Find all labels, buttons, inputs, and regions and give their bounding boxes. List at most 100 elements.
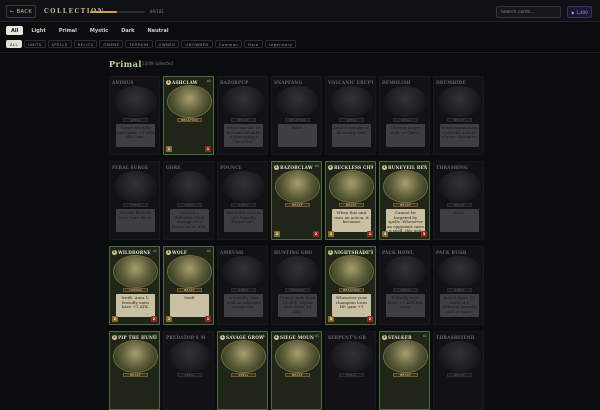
card-name: FERAL SURGE xyxy=(112,164,157,170)
faction-filter-mystic[interactable]: Mystic xyxy=(85,26,113,35)
card-name-text: RECKLESS CHARG xyxy=(334,164,373,170)
card-tile[interactable]: GORE SPELL Choose a defender. Deal damage … xyxy=(163,161,214,240)
card-tile[interactable]: 4 SIEGE MOUN x1 BEAST xyxy=(271,331,322,410)
card-name-text: PIP THE HUNGE xyxy=(118,334,157,340)
card-type-banner: BEAST xyxy=(285,373,310,377)
card-quantity: x1 xyxy=(314,164,319,168)
card-cost-badge: 1 xyxy=(220,334,225,340)
card-tile[interactable]: THRASHFIEND BEAST xyxy=(433,331,484,410)
card-quantity: x1 xyxy=(152,249,157,253)
type-filter-common[interactable]: Common xyxy=(214,40,243,48)
card-tile[interactable]: 2 RAZORCLAW x1 BEAST 2 2 xyxy=(271,161,322,240)
type-filter-omens[interactable]: OMENS xyxy=(99,40,124,48)
card-type-banner: BEAST xyxy=(177,288,202,292)
card-name-text: VOLCANIC ERUPT xyxy=(328,79,373,85)
card-name-text: WOLF xyxy=(172,249,188,255)
card-tile[interactable]: PACK HOWL SPELL Friendly units have +1 ATK… xyxy=(379,246,430,325)
card-name-text: DRUMHIDE xyxy=(436,79,466,85)
card-attack: 1 xyxy=(166,146,172,152)
card-art xyxy=(222,171,265,202)
card-tile[interactable]: HUNTING GRO TERRAIN Primal units have +1 A… xyxy=(271,246,322,325)
faction-heading: Primal xyxy=(109,59,142,69)
card-health: 1 xyxy=(367,231,373,237)
card-art xyxy=(276,86,319,117)
card-name-text: HUNTING GRO xyxy=(274,249,313,255)
card-type-banner: SPELL xyxy=(231,203,256,207)
card-rules-text: Target friendly unit gains +1 ATK this t… xyxy=(116,124,155,147)
currency-badge[interactable]: ◆ 1,400 xyxy=(567,6,592,18)
card-tile[interactable]: 1 SAVAGE GROW x1 SPELL xyxy=(217,331,268,410)
progress-fill xyxy=(90,11,117,13)
faction-filter-dark[interactable]: Dark xyxy=(116,26,139,35)
type-filter-all[interactable]: ALL xyxy=(6,40,23,48)
card-tile[interactable]: FERAL SURGE SPELL Nearby friendly units ha… xyxy=(109,161,160,240)
card-name: SERPENT'S GR xyxy=(328,334,373,340)
card-tile[interactable]: DEMOLISH SPELL Destroy target Relic or Ome… xyxy=(379,76,430,155)
faction-filter-neutral[interactable]: Neutral xyxy=(143,26,174,35)
card-art xyxy=(330,341,373,372)
card-health: 1 xyxy=(205,146,211,152)
faction-filter-primal[interactable]: Primal xyxy=(54,26,82,35)
faction-filter-all[interactable]: All xyxy=(6,26,24,35)
card-tile[interactable]: 1 ASHCLAW x1 BEASTKIN 1 1 xyxy=(163,76,214,155)
type-filter-owned[interactable]: OWNED xyxy=(154,40,180,48)
type-filter-units[interactable]: UNITS xyxy=(24,40,46,48)
card-art xyxy=(114,171,157,202)
card-rules-text: Swift. Aura 1: friendly units have +1 AT… xyxy=(116,294,155,317)
card-tile[interactable]: PREDATOR'S M SPELL xyxy=(163,331,214,410)
card-name: THRASHING xyxy=(436,164,481,170)
card-type-banner: BEAST xyxy=(393,373,418,377)
type-filter-rare[interactable]: Rare xyxy=(244,40,263,48)
card-health: 2 xyxy=(367,316,373,322)
card-quantity: x1 xyxy=(368,164,373,168)
card-name: 2 RAZORCLAW xyxy=(274,164,319,170)
card-name: DRUMHIDE xyxy=(436,79,481,85)
card-tile[interactable]: 2 PIP THE HUNGE x1 BEAST xyxy=(109,331,160,410)
search-input[interactable] xyxy=(496,6,561,18)
card-tile[interactable]: 3 RUNEVEIL BEA x1 BEAST Cannot be targeted b… xyxy=(379,161,430,240)
card-tile[interactable]: VOLCANIC ERUPT SPELL Deal 3 damage to an e… xyxy=(325,76,376,155)
type-filter-spells[interactable]: SPELLS xyxy=(47,40,72,48)
card-name-text: STALKER xyxy=(388,334,412,340)
card-tile[interactable]: AMBUSH SPELL A friendly unit with an adjac… xyxy=(217,246,268,325)
card-art xyxy=(114,86,157,117)
card-tile[interactable]: THRASHING BEAST Rush. xyxy=(433,161,484,240)
card-name: 2 PIP THE HUNGE xyxy=(112,334,157,340)
type-filter-legendary[interactable]: Legendary xyxy=(264,40,297,48)
card-tile[interactable]: 1 WOLF x1 BEAST Swift 1 1 xyxy=(163,246,214,325)
card-tile[interactable]: ANIMUS SPELL Target friendly unit gains +1… xyxy=(109,76,160,155)
card-tile[interactable]: SNAPFANG BEASTKIN Rush. xyxy=(271,76,322,155)
card-type-banner: SPELL xyxy=(231,373,256,377)
card-name: 4 SIEGE MOUN xyxy=(274,334,319,340)
type-filter-terrain[interactable]: TERRAIN xyxy=(125,40,153,48)
card-tile[interactable]: SERPENT'S GR SPELL xyxy=(325,331,376,410)
card-name-text: SERPENT'S GR xyxy=(328,334,367,340)
type-filter-unowned[interactable]: UNOWNED xyxy=(181,40,213,48)
faction-filter-light[interactable]: Light xyxy=(26,26,50,35)
card-type-banner: BEAST xyxy=(447,373,472,377)
card-quantity: x1 xyxy=(206,249,211,253)
card-art xyxy=(438,86,481,117)
card-name: 3 STALKER xyxy=(382,334,427,340)
card-art xyxy=(438,171,481,202)
card-art xyxy=(384,341,427,372)
card-tile[interactable]: DRUMHIDE BEAST When summoned, roots the ac… xyxy=(433,76,484,155)
card-tile[interactable]: 2RECKLESS CHARGx1BEASTWhen this unit use… xyxy=(325,161,376,240)
card-rules-text: Reset the actions of a friendly Primal u… xyxy=(224,209,263,232)
type-filter-relics[interactable]: RELICS xyxy=(73,40,98,48)
back-button[interactable]: ← BACK xyxy=(6,5,36,18)
card-tile[interactable]: RAZORPUP BEAST Write one tile of fuel and … xyxy=(217,76,268,155)
card-cost-badge: 4 xyxy=(274,334,279,340)
card-tile[interactable]: 3NIGHTSHADE REAx1BEASTKINWhenever your c… xyxy=(325,246,376,325)
card-name-text: ANIMUS xyxy=(112,79,134,85)
card-name: 1 ASHCLAW xyxy=(166,79,211,85)
card-health: 2 xyxy=(313,231,319,237)
card-cost-badge: 2 xyxy=(274,164,279,170)
card-tile[interactable]: PACK RUSH SPELL Select three (3) units of … xyxy=(433,246,484,325)
card-tile[interactable]: 2 WILDBORNE x1 HUMAN Swift. Aura 1: friendly… xyxy=(109,246,160,325)
card-tile[interactable]: 3 STALKER x1 BEAST xyxy=(379,331,430,410)
card-name: ANIMUS xyxy=(112,79,157,85)
card-tile[interactable]: POUNCE SPELL Reset the actions of a friend… xyxy=(217,161,268,240)
card-attack: 2 xyxy=(328,231,334,237)
card-cost-badge: 1 xyxy=(166,79,171,85)
